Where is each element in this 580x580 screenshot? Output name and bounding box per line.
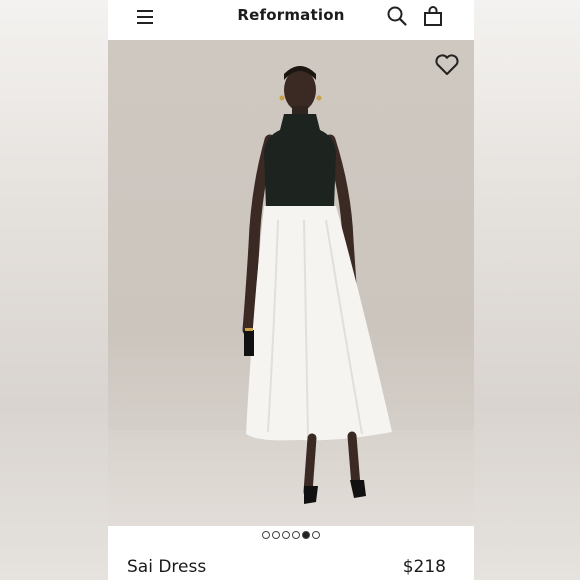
blurred-backdrop-right [472, 0, 580, 580]
carousel-dot[interactable] [292, 531, 300, 539]
carousel-dot[interactable] [282, 531, 290, 539]
product-image[interactable] [108, 40, 474, 526]
product-name[interactable]: Sai Dress [127, 557, 206, 577]
favorite-heart-icon[interactable] [434, 53, 460, 77]
shopping-bag-icon[interactable] [422, 5, 444, 27]
carousel-dot[interactable] [262, 531, 270, 539]
carousel-dot[interactable] [272, 531, 280, 539]
image-carousel-indicator [108, 531, 474, 543]
model-illustration [242, 66, 392, 504]
brand-logo[interactable]: Reformation [108, 6, 474, 24]
blurred-backdrop-left [0, 0, 108, 580]
search-icon[interactable] [386, 5, 408, 27]
product-page: Reformation Sai Dress $218 [108, 0, 474, 580]
carousel-dot[interactable] [312, 531, 320, 539]
product-price: $218 [402, 557, 446, 577]
top-nav-bar: Reformation [108, 0, 474, 40]
carousel-dot[interactable] [302, 531, 310, 539]
